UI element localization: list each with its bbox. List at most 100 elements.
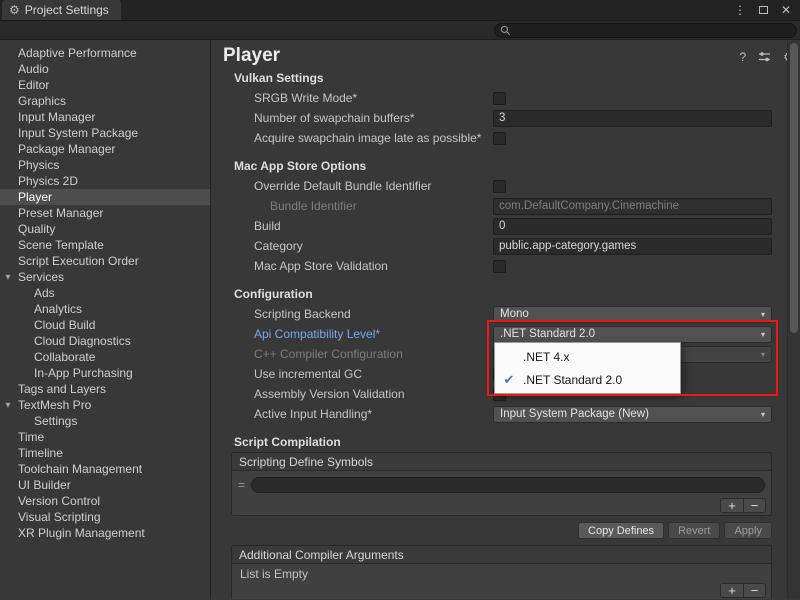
presets-icon[interactable] <box>758 51 771 63</box>
add-button[interactable]: + <box>721 499 743 512</box>
copy-defines-button[interactable]: Copy Defines <box>578 522 664 539</box>
drag-handle-icon[interactable]: = <box>238 478 245 492</box>
sidebar-item-collaborate[interactable]: Collaborate <box>0 349 210 365</box>
sidebar-item-input-manager[interactable]: Input Manager <box>0 109 210 125</box>
sidebar-item-label: Package Manager <box>18 142 115 156</box>
build-field[interactable] <box>493 218 772 235</box>
scrollbar-thumb[interactable] <box>790 43 798 333</box>
bundle-identifier-field <box>493 198 772 215</box>
dropdown-value: .NET Standard 2.0 <box>500 328 595 340</box>
sidebar-item-physics-2d[interactable]: Physics 2D <box>0 173 210 189</box>
api-compatibility-dropdown[interactable]: .NET Standard 2.0 ▾ <box>493 326 772 343</box>
active-input-handling-dropdown[interactable]: Input System Package (New) ▾ <box>493 406 772 423</box>
compiler-arguments-header: Additional Compiler Arguments <box>232 546 771 564</box>
remove-button[interactable]: − <box>743 584 765 597</box>
sidebar-item-graphics[interactable]: Graphics <box>0 93 210 109</box>
help-icon[interactable]: ? <box>740 50 747 64</box>
tab-project-settings[interactable]: ⚙ Project Settings <box>2 0 121 20</box>
field-label: Active Input Handling* <box>211 407 493 421</box>
define-symbol-input[interactable] <box>251 477 765 493</box>
sidebar-item-player[interactable]: Player <box>0 189 210 205</box>
scripting-backend-dropdown[interactable]: Mono ▾ <box>493 306 772 323</box>
sidebar-item-label: Visual Scripting <box>18 510 101 524</box>
sidebar-item-script-execution-order[interactable]: Script Execution Order <box>0 253 210 269</box>
sidebar-item-input-system-package[interactable]: Input System Package <box>0 125 210 141</box>
sidebar-item-package-manager[interactable]: Package Manager <box>0 141 210 157</box>
row-bundle-identifier: Bundle Identifier <box>211 196 800 216</box>
toolbar <box>0 21 800 40</box>
category-field[interactable] <box>493 238 772 255</box>
sidebar-item-settings[interactable]: Settings <box>0 413 210 429</box>
foldout-icon[interactable]: ▼ <box>4 401 12 410</box>
settings-gear-icon: ⚙ <box>9 3 20 17</box>
sidebar-item-preset-manager[interactable]: Preset Manager <box>0 205 210 221</box>
sidebar-item-scene-template[interactable]: Scene Template <box>0 237 210 253</box>
sidebar-item-quality[interactable]: Quality <box>0 221 210 237</box>
sidebar-item-label: In-App Purchasing <box>34 366 133 380</box>
sidebar-item-in-app-purchasing[interactable]: In-App Purchasing <box>0 365 210 381</box>
sidebar-item-time[interactable]: Time <box>0 429 210 445</box>
revert-button: Revert <box>668 522 720 539</box>
sidebar-item-timeline[interactable]: Timeline <box>0 445 210 461</box>
sidebar-item-cloud-build[interactable]: Cloud Build <box>0 317 210 333</box>
sidebar-item-textmesh-pro[interactable]: ▼TextMesh Pro <box>0 397 210 413</box>
chevron-down-icon: ▾ <box>761 350 765 359</box>
define-symbols-header: Scripting Define Symbols <box>232 453 771 471</box>
field-label: Number of swapchain buffers* <box>211 111 493 125</box>
close-icon[interactable]: ✕ <box>781 3 791 17</box>
foldout-icon[interactable]: ▼ <box>4 273 12 282</box>
field-label: Override Default Bundle Identifier <box>211 179 493 193</box>
row-category: Category <box>211 236 800 256</box>
sidebar-item-physics[interactable]: Physics <box>0 157 210 173</box>
sidebar-item-visual-scripting[interactable]: Visual Scripting <box>0 509 210 525</box>
field-label: Use incremental GC <box>211 367 493 381</box>
sidebar-item-version-control[interactable]: Version Control <box>0 493 210 509</box>
field-label: Acquire swapchain image late as possible… <box>211 131 493 145</box>
kebab-menu-icon[interactable]: ⋮ <box>734 3 746 17</box>
sidebar-item-label: Adaptive Performance <box>18 46 137 60</box>
sidebar-item-label: Player <box>18 190 52 204</box>
field-label: Mac App Store Validation <box>211 259 493 273</box>
sidebar-item-label: UI Builder <box>18 478 71 492</box>
add-button[interactable]: + <box>721 584 743 597</box>
popup-option--net-standard-2-0[interactable]: ✔.NET Standard 2.0 <box>495 368 680 391</box>
sidebar-item-audio[interactable]: Audio <box>0 61 210 77</box>
sidebar-item-adaptive-performance[interactable]: Adaptive Performance <box>0 45 210 61</box>
popup-option-label: .NET Standard 2.0 <box>523 373 622 387</box>
sidebar-item-editor[interactable]: Editor <box>0 77 210 93</box>
sidebar-item-analytics[interactable]: Analytics <box>0 301 210 317</box>
popup-option--net-4-x[interactable]: .NET 4.x <box>495 345 680 368</box>
search-box[interactable] <box>494 23 797 38</box>
override-bundle-id-checkbox[interactable] <box>493 180 506 193</box>
sidebar-item-ads[interactable]: Ads <box>0 285 210 301</box>
row-api-compatibility: Api Compatibility Level* .NET Standard 2… <box>211 324 800 344</box>
sidebar-item-label: Graphics <box>18 94 66 108</box>
srgb-write-mode-checkbox[interactable] <box>493 92 506 105</box>
remove-button[interactable]: − <box>743 499 765 512</box>
sidebar-item-label: Audio <box>18 62 49 76</box>
acquire-swapchain-checkbox[interactable] <box>493 132 506 145</box>
sidebar-item-label: Version Control <box>18 494 100 508</box>
panel-header-icons: ? ⚙ <box>740 50 794 64</box>
sidebar-item-toolchain-management[interactable]: Toolchain Management <box>0 461 210 477</box>
section-header-script-compilation: Script Compilation <box>211 432 800 452</box>
window-controls: ⋮ ✕ <box>734 0 800 20</box>
list-empty-text: List is Empty <box>232 564 771 584</box>
sidebar-item-cloud-diagnostics[interactable]: Cloud Diagnostics <box>0 333 210 349</box>
section-header-mac-app-store: Mac App Store Options <box>211 156 800 176</box>
sidebar-item-tags-and-layers[interactable]: Tags and Layers <box>0 381 210 397</box>
swapchain-buffers-field[interactable] <box>493 110 772 127</box>
mac-store-validation-checkbox[interactable] <box>493 260 506 273</box>
scripting-define-symbols-list: Scripting Define Symbols = + − <box>231 452 772 516</box>
field-label: C++ Compiler Configuration <box>211 347 493 361</box>
sidebar-item-ui-builder[interactable]: UI Builder <box>0 477 210 493</box>
tab-label: Project Settings <box>25 3 109 17</box>
dropdown-value: Input System Package (New) <box>500 408 649 420</box>
sidebar-item-xr-plugin-management[interactable]: XR Plugin Management <box>0 525 210 541</box>
vertical-scrollbar[interactable] <box>787 40 800 599</box>
maximize-icon[interactable] <box>759 6 768 14</box>
sidebar-item-label: XR Plugin Management <box>18 526 145 540</box>
search-input[interactable] <box>515 23 791 37</box>
define-symbols-actions: Copy Defines Revert Apply <box>211 522 772 539</box>
sidebar-item-services[interactable]: ▼Services <box>0 269 210 285</box>
